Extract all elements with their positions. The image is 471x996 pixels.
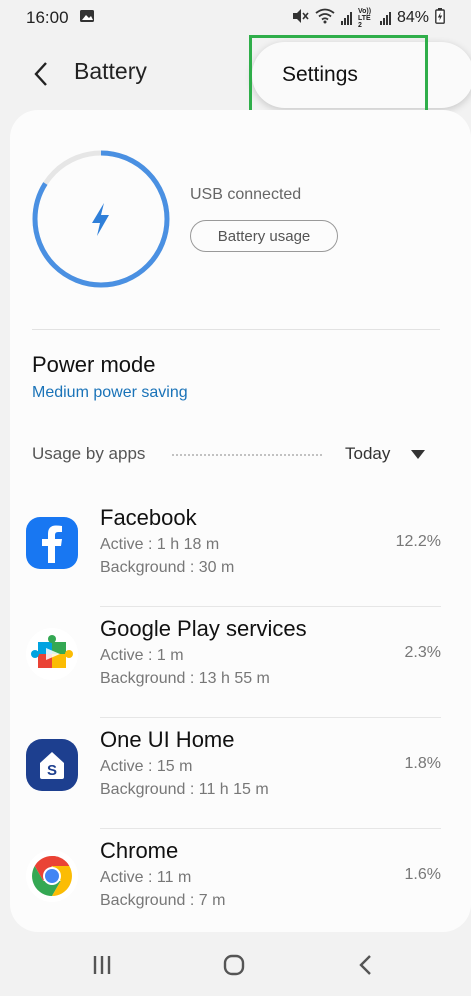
list-item[interactable]: S One UI Home Active : 15 m Background :… [10, 717, 471, 828]
dropdown-arrow-icon[interactable] [411, 450, 425, 459]
usage-by-apps-label: Usage by apps [32, 444, 146, 463]
facebook-icon [26, 517, 78, 569]
period-selector[interactable]: Today [345, 444, 390, 464]
signal-icon [379, 11, 391, 25]
recent-apps-icon [93, 956, 111, 974]
app-usage-percent: 2.3% [404, 644, 441, 661]
one-ui-home-icon: S [26, 739, 78, 791]
image-icon [79, 8, 95, 28]
svg-text:S: S [47, 762, 57, 779]
dotted-separator [172, 454, 322, 456]
status-bar: 16:00 Vo)) LTE2 84% [0, 0, 471, 36]
list-item[interactable]: Google Play services Active : 1 m Backgr… [10, 606, 471, 717]
navigation-bar [0, 934, 471, 996]
wifi-icon [315, 8, 335, 28]
app-active-time: Active : 15 m [100, 758, 193, 775]
charging-bolt-icon [92, 203, 109, 236]
battery-card: USB connected Battery usage Power mode M… [10, 110, 471, 932]
page-title: Battery [74, 58, 147, 84]
status-time: 16:00 [26, 8, 69, 27]
settings-menu-label: Settings [282, 63, 358, 86]
divider [32, 329, 440, 330]
battery-level-ring [32, 150, 170, 288]
usage-by-apps-header: Usage by apps Today [32, 444, 442, 468]
recent-apps-button[interactable] [87, 950, 117, 980]
battery-usage-button[interactable]: Battery usage [190, 220, 338, 252]
power-mode-title: Power mode [32, 352, 156, 377]
power-mode-setting[interactable]: Power mode Medium power saving [32, 352, 188, 402]
app-active-time: Active : 1 h 18 m [100, 536, 220, 553]
app-usage-percent: 1.8% [404, 755, 441, 772]
app-name: Facebook [100, 505, 197, 530]
app-name: Google Play services [100, 616, 307, 641]
mute-icon [291, 8, 309, 28]
google-play-services-icon [26, 628, 78, 680]
home-button[interactable] [219, 950, 249, 980]
list-item[interactable]: Facebook Active : 1 h 18 m Background : … [10, 495, 471, 606]
charging-status: USB connected [190, 186, 302, 203]
app-background-time: Background : 11 h 15 m [100, 781, 269, 798]
app-background-time: Background : 13 h 55 m [100, 670, 270, 687]
status-icons: Vo)) LTE2 84% [291, 8, 445, 29]
app-name: Chrome [100, 838, 179, 863]
app-usage-list: Facebook Active : 1 h 18 m Background : … [10, 495, 471, 939]
power-mode-value: Medium power saving [32, 384, 188, 401]
back-button[interactable] [30, 60, 54, 88]
app-name: One UI Home [100, 727, 235, 752]
back-arrow-icon [34, 62, 47, 86]
back-icon [359, 955, 371, 975]
battery-charging-icon [435, 8, 445, 28]
app-active-time: Active : 11 m [100, 869, 192, 886]
signal-icon [340, 11, 352, 25]
app-active-time: Active : 1 m [100, 647, 184, 664]
app-background-time: Background : 7 m [100, 892, 226, 909]
chrome-icon [26, 850, 78, 902]
app-usage-percent: 1.6% [404, 866, 441, 883]
home-icon [223, 954, 245, 976]
settings-menu-item[interactable]: Settings [252, 42, 471, 108]
volte-label: Vo)) LTE2 [357, 7, 372, 29]
back-nav-button[interactable] [351, 950, 381, 980]
battery-percent: 84% [396, 9, 429, 26]
app-background-time: Background : 30 m [100, 559, 235, 576]
list-item[interactable]: Chrome Active : 11 m Background : 7 m 1.… [10, 828, 471, 939]
app-usage-percent: 12.2% [395, 533, 441, 550]
